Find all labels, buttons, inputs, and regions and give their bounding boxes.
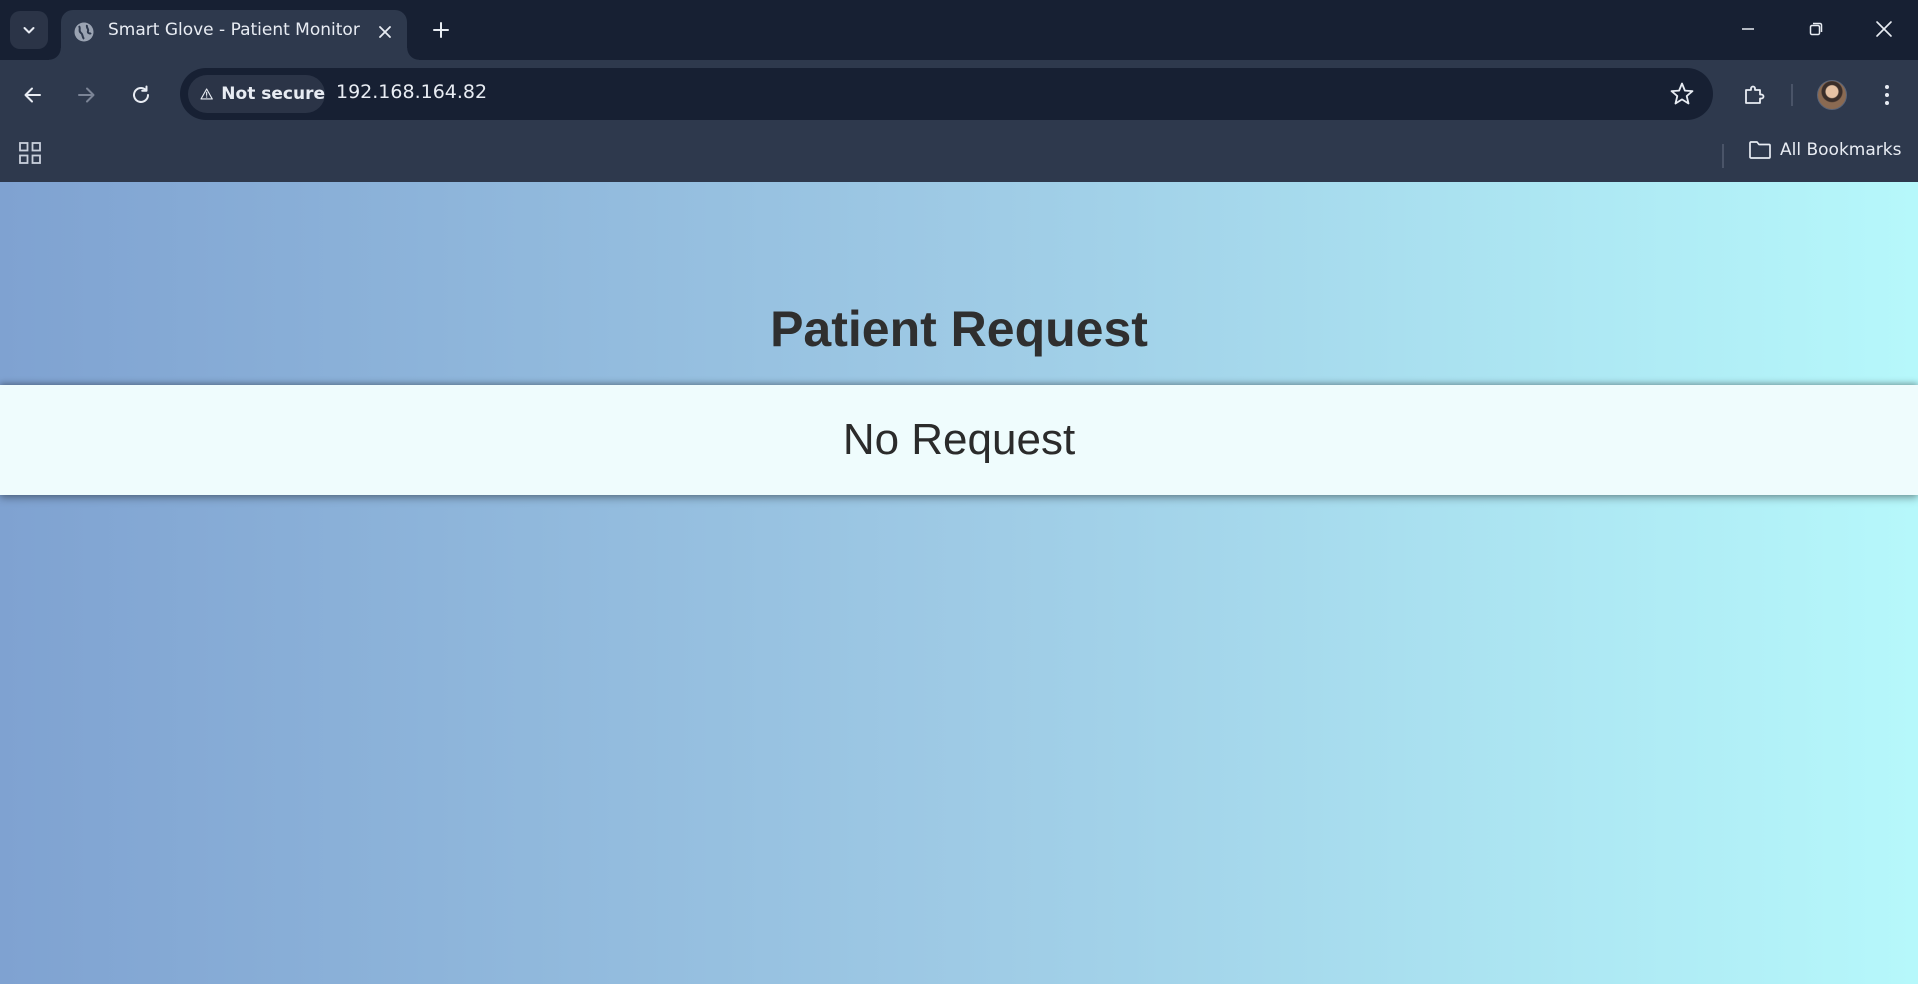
bookmarks-bar: All Bookmarks [0, 129, 1918, 182]
back-button[interactable] [14, 76, 52, 114]
all-bookmarks-label: All Bookmarks [1780, 140, 1902, 160]
page-title: Patient Request [770, 301, 1148, 357]
plus-icon [433, 22, 449, 38]
tab-strip: Smart Glove - Patient Monitor [0, 0, 1918, 60]
address-bar[interactable]: Not secure 192.168.164.82 [180, 68, 1713, 120]
star-icon[interactable] [1669, 81, 1695, 107]
minimize-icon [1742, 28, 1754, 30]
close-icon [1876, 21, 1892, 37]
warning-icon [200, 88, 213, 100]
tab-search-button[interactable] [10, 11, 48, 49]
request-status-panel: No Request [0, 385, 1918, 495]
more-vertical-icon [1885, 85, 1889, 105]
close-icon [379, 26, 391, 38]
profile-avatar[interactable] [1817, 80, 1847, 110]
menu-button[interactable] [1868, 76, 1906, 114]
bookmarks-divider [1722, 144, 1724, 168]
reload-button[interactable] [122, 76, 160, 114]
browser-tab-active[interactable]: Smart Glove - Patient Monitor [49, 10, 419, 60]
reload-icon [133, 85, 149, 103]
arrow-right-icon [78, 87, 95, 103]
page-viewport: Patient Request No Request [0, 182, 1918, 984]
url-text[interactable]: 192.168.164.82 [336, 81, 487, 103]
toolbar-divider [1791, 84, 1793, 106]
restore-button[interactable] [1782, 0, 1850, 58]
all-bookmarks-button[interactable]: All Bookmarks [1748, 140, 1901, 160]
arrow-left-icon [24, 87, 41, 103]
close-window-button[interactable] [1850, 0, 1918, 58]
tab-title: Smart Glove - Patient Monitor [108, 20, 360, 40]
extensions-button[interactable] [1735, 76, 1773, 114]
forward-button[interactable] [67, 76, 105, 114]
chevron-down-icon [23, 27, 35, 34]
browser-toolbar: Not secure 192.168.164.82 [0, 60, 1918, 129]
folder-icon [1749, 141, 1771, 159]
minimize-button[interactable] [1714, 0, 1782, 58]
globe-icon [74, 22, 94, 42]
tab-close-button[interactable] [373, 20, 397, 44]
puzzle-icon [1745, 85, 1765, 104]
apps-grid-icon[interactable] [18, 141, 42, 165]
request-status-text: No Request [842, 415, 1076, 464]
restore-icon [1809, 22, 1823, 36]
new-tab-button[interactable] [424, 13, 458, 47]
security-label: Not secure [221, 84, 325, 104]
security-indicator[interactable]: Not secure [188, 75, 325, 113]
